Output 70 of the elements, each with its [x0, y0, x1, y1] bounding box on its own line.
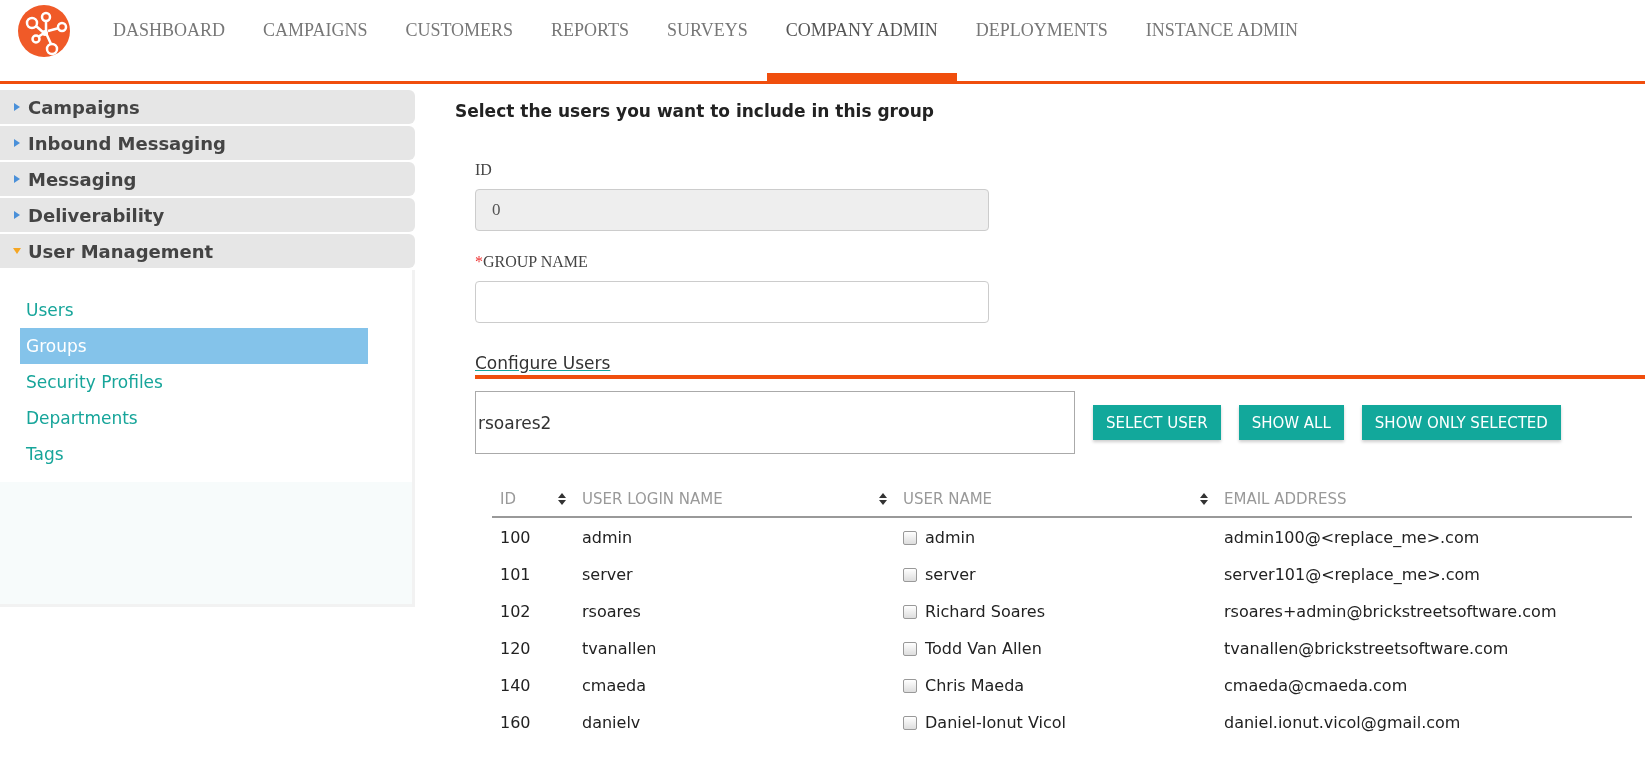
nav-tab[interactable]: INSTANCE ADMIN — [1126, 0, 1317, 81]
action-button[interactable]: SELECT USER — [1093, 405, 1221, 440]
column-header[interactable]: USER LOGIN NAME — [574, 482, 895, 517]
checkbox[interactable] — [903, 567, 917, 582]
checkbox[interactable] — [903, 678, 917, 693]
table-cell-text: 102 — [499, 601, 532, 623]
checkbox[interactable] — [903, 641, 917, 656]
checkbox[interactable] — [903, 715, 917, 730]
table-cell-text: server — [581, 564, 634, 586]
caret-right-icon — [14, 103, 20, 111]
sort-icon[interactable] — [879, 493, 887, 505]
caret-right-icon — [14, 175, 20, 183]
table-cell-text: 160 — [499, 712, 532, 734]
field-label: *GROUP NAME — [475, 253, 589, 271]
sort-icon[interactable] — [558, 493, 566, 505]
nav-tab[interactable]: DEPLOYMENTS — [956, 0, 1127, 81]
table-cell: admin — [925, 528, 976, 547]
page-heading: Select the users you want to include in this group — [455, 101, 935, 121]
sidebar-section-header[interactable]: Deliverability — [0, 198, 415, 232]
checkbox[interactable] — [903, 604, 917, 619]
sidebar-link[interactable]: Tags — [20, 436, 368, 472]
sidebar-link[interactable]: Departments — [20, 400, 368, 436]
action-button[interactable]: SHOW ALL — [1238, 405, 1344, 440]
column-header[interactable]: ID — [492, 482, 574, 517]
table-cell: admin — [574, 517, 895, 555]
nav-tab[interactable]: SURVEYS — [648, 0, 767, 81]
user-search-field[interactable]: rsoares2 — [475, 391, 1075, 454]
table-cell: Chris Maeda — [925, 676, 1025, 695]
sidebar-link[interactable]: Users — [20, 292, 368, 328]
nav-tab[interactable]: CUSTOMERS — [386, 0, 533, 81]
table-cell-text: cmaeda — [581, 675, 647, 697]
nav-tab[interactable]: DASHBOARD — [94, 0, 245, 81]
logo-icon[interactable] — [18, 5, 70, 57]
table-cell: Daniel-Ionut Vicol — [925, 713, 1066, 732]
table-cell-text: tvanallen@brickstreetsoftware.com — [1223, 638, 1510, 660]
table-cell: Richard Soares — [925, 602, 1045, 621]
table-cell-text: cmaeda@cmaeda.com — [1223, 675, 1409, 697]
table-cell-text: danielv — [581, 712, 642, 734]
table-cell-text: daniel.ionut.vicol@gmail.com — [1223, 712, 1462, 734]
column-header[interactable]: EMAIL ADDRESS — [1216, 482, 1632, 517]
table-cell: Todd Van Allen — [925, 639, 1042, 658]
table-cell-text: rsoares — [581, 601, 642, 623]
caret-right-icon — [14, 211, 20, 219]
sidebar-section-header[interactable]: Inbound Messaging — [0, 126, 415, 160]
column-header[interactable]: USER NAME — [895, 482, 1216, 517]
caret-right-icon — [14, 139, 20, 147]
table-cell-text: tvanallen — [581, 638, 658, 660]
nav-tab[interactable]: COMPANY ADMIN — [766, 0, 957, 81]
nav-tab[interactable]: REPORTS — [532, 0, 649, 81]
sidebar-section-header[interactable]: User Management — [0, 234, 415, 268]
id-field[interactable]: 0 — [475, 189, 989, 231]
action-button[interactable]: SHOW ONLY SELECTED — [1361, 405, 1561, 440]
field-label: ID — [475, 161, 493, 179]
table-cell-text: 140 — [499, 675, 532, 697]
section-title[interactable]: Configure Users — [475, 353, 611, 373]
table-cell: admin100@<replace_me>.com — [1216, 517, 1632, 555]
table-cell-text: 120 — [499, 638, 532, 660]
caret-down-icon — [13, 248, 21, 254]
sidebar-link[interactable]: Security Profiles — [20, 364, 368, 400]
group-name-field[interactable] — [475, 281, 989, 323]
sort-icon[interactable] — [1200, 493, 1208, 505]
table-cell: 100 — [492, 517, 574, 555]
table-cell: server — [925, 565, 976, 584]
sidebar-section-header[interactable]: Messaging — [0, 162, 415, 196]
nav-tab[interactable]: CAMPAIGNS — [244, 0, 387, 81]
table-cell-text: rsoares+admin@brickstreetsoftware.com — [1223, 601, 1558, 623]
table-cell-text: 101 — [499, 564, 532, 586]
sidebar-section-header[interactable]: Campaigns — [0, 90, 415, 124]
table-cell-text: server101@<replace_me>.com — [1223, 564, 1481, 586]
checkbox[interactable] — [903, 530, 917, 545]
